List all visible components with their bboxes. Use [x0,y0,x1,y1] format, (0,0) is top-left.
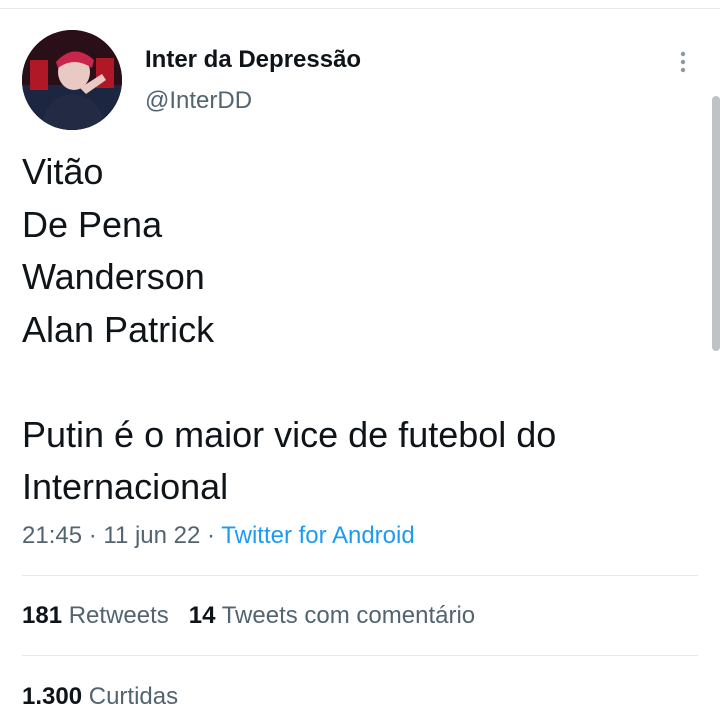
tweet-source-link[interactable]: Twitter for Android [221,522,414,549]
quotes-label: Tweets com comentário [221,602,476,629]
tweet-text: Vitão De Pena Wanderson Alan Patrick Put… [22,146,692,514]
tweet-time[interactable]: 21:45 [22,522,82,549]
more-vertical-icon[interactable] [678,50,688,74]
likes-label: Curtidas [88,683,179,710]
likes-count: 1.300 [22,683,83,710]
retweets-count: 181 [22,602,63,629]
stats-divider [22,575,698,576]
scrollbar-thumb[interactable] [712,96,720,351]
tweet-meta: 21:45 · 11 jun 22 · Twitter for Android [22,522,415,550]
meta-separator: · [82,522,104,549]
tweet-line: Alan Patrick [22,308,215,350]
engagement-stats-row: 181 Retweets 14 Tweets com comentário [22,602,475,630]
tweet-line: Wanderson [22,256,205,297]
tweet-line: De Pena [22,203,163,245]
author-handle[interactable]: @InterDD [145,87,252,115]
tweet-line: Putin é o maior vice de futebol do [22,413,557,455]
quotes-count: 14 [188,602,216,629]
retweets-stat[interactable]: 181 Retweets [22,602,169,629]
retweets-label: Retweets [68,602,169,629]
avatar[interactable] [22,30,122,130]
likes-stats-row: 1.300 Curtidas [22,683,178,711]
tweet-line: Vitão [22,151,104,192]
quotes-stat[interactable]: 14 Tweets com comentário [189,602,475,629]
likes-stat[interactable]: 1.300 Curtidas [22,683,178,710]
tweet-line: Internacional [22,466,229,507]
avatar-image [22,30,122,130]
tweet-date[interactable]: 11 jun 22 [103,522,200,549]
meta-separator: · [200,522,222,549]
author-display-name[interactable]: Inter da Depressão [145,46,361,74]
tweet-page: Inter da Depressão @InterDD Vitão De Pen… [0,0,720,720]
top-divider [0,8,720,9]
likes-divider [22,655,698,656]
